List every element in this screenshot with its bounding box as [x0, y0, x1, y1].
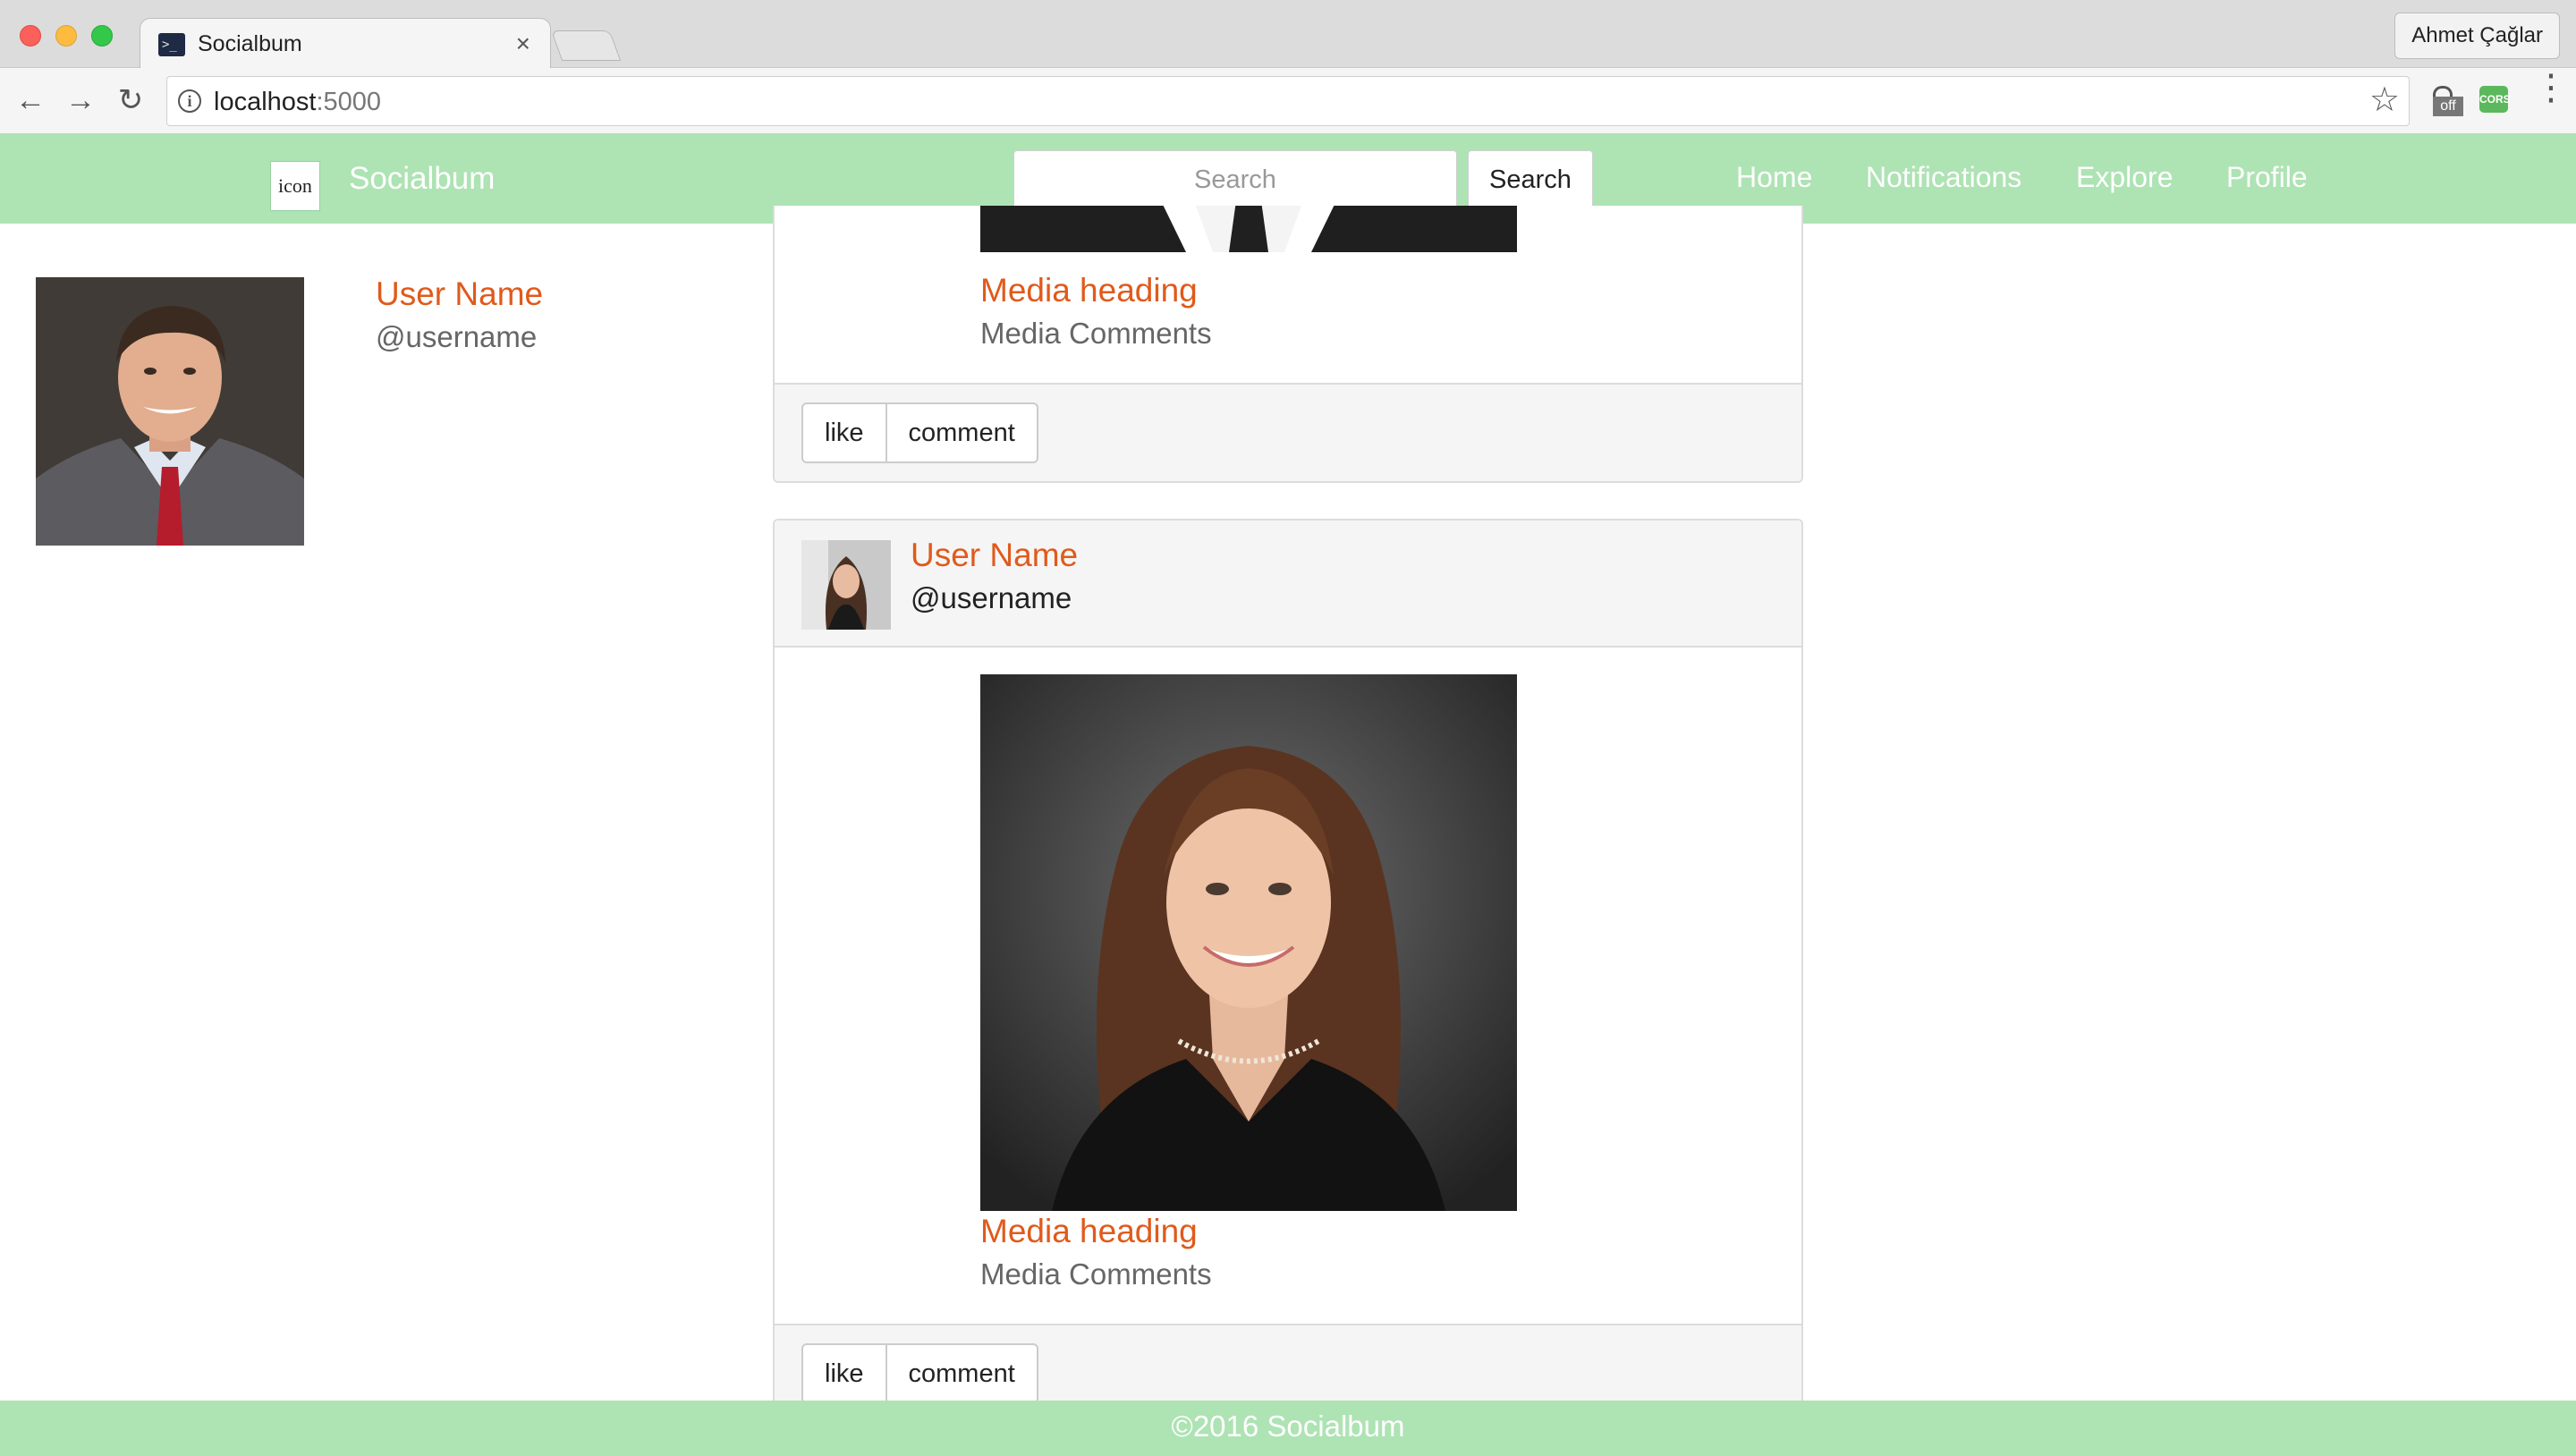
profile-username: @username — [376, 320, 538, 353]
browser-tab[interactable]: >_ Socialbum × — [140, 18, 551, 70]
post-action-group: like comment — [801, 1343, 1038, 1404]
media-comments: Media Comments — [980, 1257, 1212, 1291]
post-media-image — [980, 674, 1517, 1211]
post-actions: like comment — [775, 1324, 1801, 1411]
like-button[interactable]: like — [801, 402, 887, 463]
back-arrow-icon[interactable]: ← — [13, 82, 48, 118]
browser-toolbar: ← → ↻ i localhost:5000 ☆ — [0, 68, 2576, 134]
suit-photo-fragment — [980, 206, 1517, 252]
like-button[interactable]: like — [801, 1343, 887, 1404]
url-text[interactable]: localhost:5000 — [214, 88, 381, 117]
man-portrait-image — [36, 277, 304, 546]
post-header: User Name @username — [775, 521, 1801, 648]
woman-avatar-image — [801, 540, 891, 630]
url-host: localhost — [214, 88, 317, 116]
bookmark-star-icon[interactable]: ☆ — [2369, 82, 2400, 118]
nav-link-explore[interactable]: Explore — [2076, 161, 2174, 194]
new-tab-button[interactable] — [550, 30, 622, 61]
post-author-avatar[interactable] — [801, 540, 891, 630]
comment-button[interactable]: comment — [885, 1343, 1038, 1404]
terminal-favicon-icon: >_ — [158, 33, 185, 56]
extension-off-label: off — [2433, 97, 2463, 116]
woman-portrait-image — [980, 674, 1517, 1211]
forward-arrow-icon[interactable]: → — [63, 82, 98, 118]
media-comments: Media Comments — [980, 317, 1212, 350]
reload-icon[interactable]: ↻ — [113, 82, 148, 118]
close-window-button[interactable] — [20, 25, 41, 47]
cors-extension-icon[interactable]: CORS — [2479, 86, 2511, 113]
browser-tab-bar: >_ Socialbum × Ahmet Çağlar — [0, 0, 2576, 70]
nav-link-notifications[interactable]: Notifications — [1866, 161, 2021, 194]
browser-profile-button[interactable]: Ahmet Çağlar — [2394, 13, 2560, 59]
media-heading[interactable]: Media heading — [980, 1213, 1198, 1250]
maximize-window-button[interactable] — [91, 25, 113, 47]
minimize-window-button[interactable] — [55, 25, 77, 47]
tab-close-icon[interactable]: × — [516, 31, 530, 56]
search-input[interactable] — [1013, 150, 1457, 209]
post-media-image — [980, 206, 1517, 252]
post-card: Media heading Media Comments like commen… — [773, 206, 1803, 483]
brand-name[interactable]: Socialbum — [349, 161, 495, 197]
post-card: User Name @username Media heading Media … — [773, 519, 1803, 1413]
footer-copyright: ©2016 Socialbum — [1171, 1409, 1405, 1443]
nav-link-profile[interactable]: Profile — [2226, 161, 2308, 194]
info-icon[interactable]: i — [178, 89, 201, 113]
browser-menu-icon[interactable]: ⋮ — [2533, 70, 2569, 120]
extension-off-icon[interactable]: off — [2431, 82, 2463, 118]
brand-logo-icon[interactable]: icon — [270, 161, 320, 211]
tab-title: Socialbum — [198, 31, 302, 56]
post-actions: like comment — [775, 383, 1801, 481]
comment-button[interactable]: comment — [885, 402, 1038, 463]
post-author-name[interactable]: User Name — [911, 537, 1078, 574]
search-button[interactable]: Search — [1468, 150, 1593, 209]
post-action-group: like comment — [801, 402, 1038, 463]
profile-user-name[interactable]: User Name — [376, 275, 543, 313]
url-port: :5000 — [316, 88, 382, 116]
profile-photo — [36, 277, 304, 546]
post-author-username: @username — [911, 581, 1072, 614]
nav-link-home[interactable]: Home — [1736, 161, 1812, 194]
address-bar[interactable]: i localhost:5000 ☆ — [166, 76, 2410, 126]
media-heading[interactable]: Media heading — [980, 272, 1198, 309]
page-footer: ©2016 Socialbum — [0, 1401, 2576, 1456]
